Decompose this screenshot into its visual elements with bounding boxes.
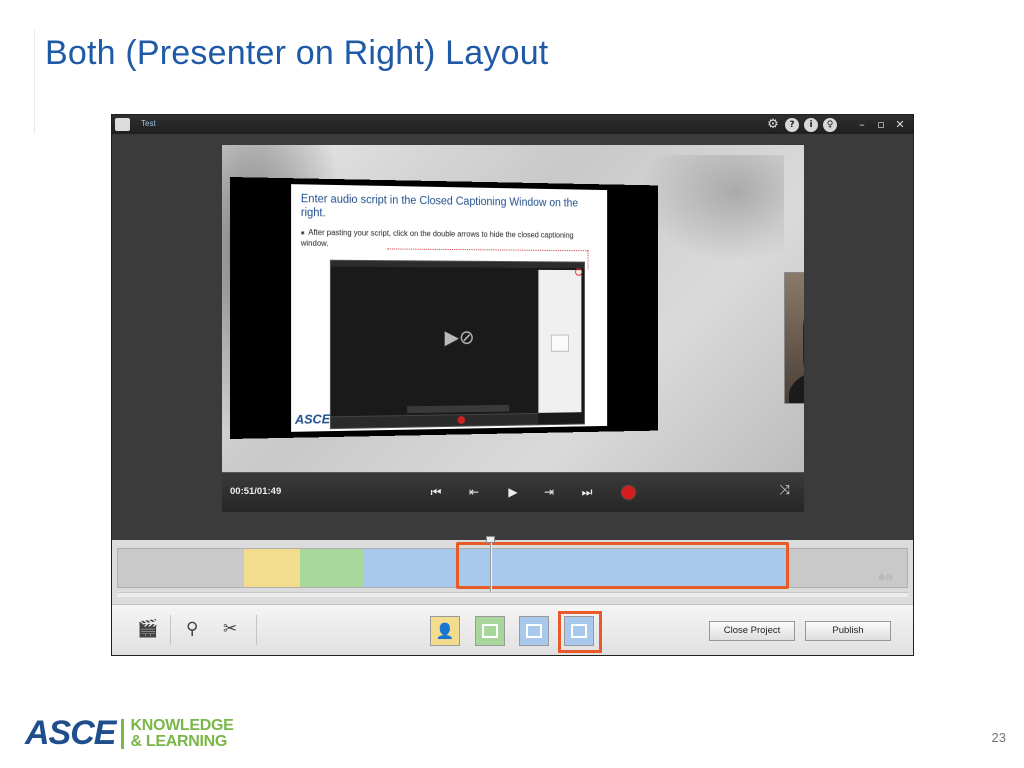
slide-icon xyxy=(482,624,498,638)
gear-icon[interactable]: ⚙ xyxy=(766,117,780,132)
playhead[interactable] xyxy=(490,540,492,592)
maximize-icon[interactable]: ▫ xyxy=(874,118,888,131)
embedded-screenshot: ▶⊘ xyxy=(329,259,585,430)
hide-caption-icon[interactable]: ⤨ xyxy=(780,483,790,498)
selected-layout-highlight xyxy=(558,611,602,653)
double-arrow-highlight xyxy=(575,268,583,276)
zoom-icon[interactable]: ⊕⊖ xyxy=(878,573,893,583)
presenter-video xyxy=(784,272,804,404)
footer-logo: ASCE KNOWLEDGE & LEARNING xyxy=(25,714,234,753)
step-forward-icon[interactable]: ⇥ xyxy=(538,483,560,501)
preview-stage: Enter audio script in the Closed Caption… xyxy=(222,145,804,472)
slide-preview: Enter audio script in the Closed Caption… xyxy=(230,177,659,439)
title-bar: Test ⚙ ? i ♀ – ▫ ✕ xyxy=(112,115,913,134)
record-button[interactable] xyxy=(622,486,635,499)
titlebar-icons: ⚙ ? i ♀ – ▫ ✕ xyxy=(766,117,907,132)
close-project-button[interactable]: Close Project xyxy=(709,621,795,641)
app-window: Test ⚙ ? i ♀ – ▫ ✕ Enter audio script in… xyxy=(111,114,914,656)
title-divider xyxy=(34,30,35,134)
brand-name: ASCE xyxy=(25,714,116,752)
camera-off-icon: ▶⊘ xyxy=(444,325,475,349)
play-icon[interactable]: ▶ xyxy=(502,483,524,501)
help-icon[interactable]: ? xyxy=(785,117,799,132)
slide-bullet: After pasting your script, click on the … xyxy=(301,228,597,251)
info-icon[interactable]: i xyxy=(804,117,818,132)
brand-tagline: KNOWLEDGE & LEARNING xyxy=(130,716,234,750)
clapper-icon[interactable]: 🎬 xyxy=(137,619,158,639)
window-title: Test xyxy=(141,119,156,128)
timeline: ⊕⊖ xyxy=(112,536,913,604)
selected-segment-highlight xyxy=(456,542,789,589)
app-logo-icon xyxy=(115,118,130,131)
step-back-icon[interactable]: ⇤ xyxy=(463,483,485,501)
slide-logo: ASCE xyxy=(294,411,331,427)
skip-to-start-icon[interactable]: ⏮ xyxy=(425,483,447,501)
layout-presenter-button[interactable]: 👤 xyxy=(430,616,460,646)
layout-presenter-left-button[interactable] xyxy=(519,616,549,646)
person-icon: 👤 xyxy=(435,622,455,640)
skip-to-end-icon[interactable]: ⏭ xyxy=(576,483,598,501)
slide-page: Both (Presenter on Right) Layout Test ⚙ … xyxy=(0,0,1024,768)
bottom-toolbar: 🎬 ⚲ ✂ 👤 Close Project Publish xyxy=(112,604,913,655)
close-icon[interactable]: ✕ xyxy=(893,118,907,131)
layout-slide-button[interactable] xyxy=(475,616,505,646)
segment-presenter-left[interactable] xyxy=(364,549,462,587)
slide-content: Enter audio script in the Closed Caption… xyxy=(291,184,608,432)
page-number: 23 xyxy=(991,730,1006,745)
slide-left-icon xyxy=(526,624,542,638)
playhead-handle[interactable] xyxy=(486,536,495,543)
minimize-icon[interactable]: – xyxy=(855,118,869,131)
slide-heading: Enter audio script in the Closed Caption… xyxy=(300,193,579,220)
scissors-icon[interactable]: ✂ xyxy=(223,619,237,639)
caption-panel xyxy=(538,269,582,413)
player-controls: 00:51/01:49 ⏮ ⇤ ▶ ⇥ ⏭ ⤨ xyxy=(222,472,804,512)
segment-slide-only[interactable] xyxy=(300,549,364,587)
split-icon[interactable]: ⚲ xyxy=(186,619,198,639)
segment-presenter-only[interactable] xyxy=(244,549,300,587)
page-title: Both (Presenter on Right) Layout xyxy=(45,34,549,72)
bulb-icon[interactable]: ♀ xyxy=(823,117,837,132)
publish-button[interactable]: Publish xyxy=(805,621,891,641)
timeline-ruler xyxy=(117,592,908,597)
time-display: 00:51/01:49 xyxy=(230,486,282,497)
